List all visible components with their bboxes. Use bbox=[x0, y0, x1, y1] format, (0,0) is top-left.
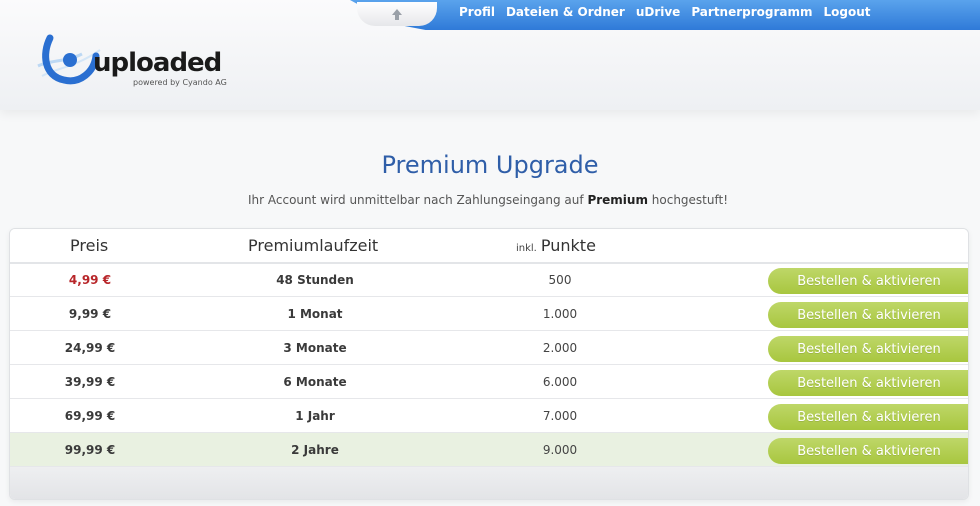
row-price: 69,99 € bbox=[64, 409, 116, 423]
subtitle-bold: Premium bbox=[587, 193, 648, 207]
scroll-top-tab[interactable] bbox=[357, 2, 437, 26]
table-header: Preis Premiumlaufzeit inkl. Punkte bbox=[10, 229, 968, 264]
subtitle-text-end: hochgestuft! bbox=[647, 193, 729, 207]
arrow-up-icon bbox=[392, 9, 402, 20]
header-points-prefix: inkl. bbox=[516, 243, 537, 254]
logo-subtitle: powered by Cyando AG bbox=[133, 78, 227, 87]
row-points: 9.000 bbox=[542, 443, 578, 457]
logo[interactable]: uploaded powered by Cyando AG bbox=[8, 20, 228, 100]
row-price: 99,99 € bbox=[64, 443, 116, 457]
order-button[interactable]: Bestellen & aktivieren bbox=[768, 336, 968, 362]
order-button[interactable]: Bestellen & aktivieren bbox=[768, 302, 968, 328]
subtitle-text: Ihr Account wird unmittelbar nach Zahlun… bbox=[247, 193, 588, 207]
row-price: 9,99 € bbox=[68, 307, 112, 321]
header-points-label: Punkte bbox=[540, 236, 596, 255]
table-row: 99,99 € 2 Jahre 9.000 Bestellen & aktivi… bbox=[10, 433, 968, 467]
row-price: 39,99 € bbox=[64, 375, 116, 389]
row-duration: 2 Jahre bbox=[291, 443, 339, 457]
order-button[interactable]: Bestellen & aktivieren bbox=[768, 268, 968, 294]
row-duration: 48 Stunden bbox=[276, 273, 354, 287]
top-nav: Profil Dateien & Ordner uDrive Partnerpr… bbox=[459, 5, 871, 19]
row-points: 2.000 bbox=[542, 341, 578, 355]
row-points: 6.000 bbox=[542, 375, 578, 389]
row-duration: 6 Monate bbox=[283, 375, 347, 389]
table-footer bbox=[10, 467, 968, 499]
order-button[interactable]: Bestellen & aktivieren bbox=[768, 404, 968, 430]
nav-item-udrive[interactable]: uDrive bbox=[636, 5, 681, 19]
nav-item-dateien[interactable]: Dateien & Ordner bbox=[506, 5, 625, 19]
table-row: 39,99 € 6 Monate 6.000 Bestellen & aktiv… bbox=[10, 365, 968, 399]
pricing-table: Preis Premiumlaufzeit inkl. Punkte 4,99 €… bbox=[9, 228, 969, 500]
table-row: 4,99 € 48 Stunden 500 Bestellen & aktivi… bbox=[10, 263, 968, 297]
row-duration: 1 Jahr bbox=[295, 409, 335, 423]
table-row: 9,99 € 1 Monat 1.000 Bestellen & aktivie… bbox=[10, 297, 968, 331]
table-row: 24,99 € 3 Monate 2.000 Bestellen & aktiv… bbox=[10, 331, 968, 365]
header-points: inkl. Punkte bbox=[516, 236, 596, 255]
row-duration: 3 Monate bbox=[283, 341, 347, 355]
row-points: 500 bbox=[548, 273, 572, 287]
page-title: Premium Upgrade bbox=[381, 151, 599, 179]
nav-item-partnerprogramm[interactable]: Partnerprogramm bbox=[691, 5, 812, 19]
row-price: 24,99 € bbox=[64, 341, 116, 355]
header-duration: Premiumlaufzeit bbox=[248, 236, 379, 255]
order-button[interactable]: Bestellen & aktivieren bbox=[768, 370, 968, 396]
table-row: 69,99 € 1 Jahr 7.000 Bestellen & aktivie… bbox=[10, 399, 968, 433]
header-price: Preis bbox=[70, 236, 109, 255]
logo-text: uploaded bbox=[93, 48, 222, 78]
row-duration: 1 Monat bbox=[287, 307, 343, 321]
order-button[interactable]: Bestellen & aktivieren bbox=[768, 438, 968, 464]
row-points: 7.000 bbox=[542, 409, 578, 423]
page-subtitle: Ihr Account wird unmittelbar nach Zahlun… bbox=[0, 193, 976, 207]
row-price: 4,99 € bbox=[68, 273, 112, 287]
nav-item-logout[interactable]: Logout bbox=[824, 5, 871, 19]
row-points: 1.000 bbox=[542, 307, 578, 321]
nav-item-profil[interactable]: Profil bbox=[459, 5, 495, 19]
